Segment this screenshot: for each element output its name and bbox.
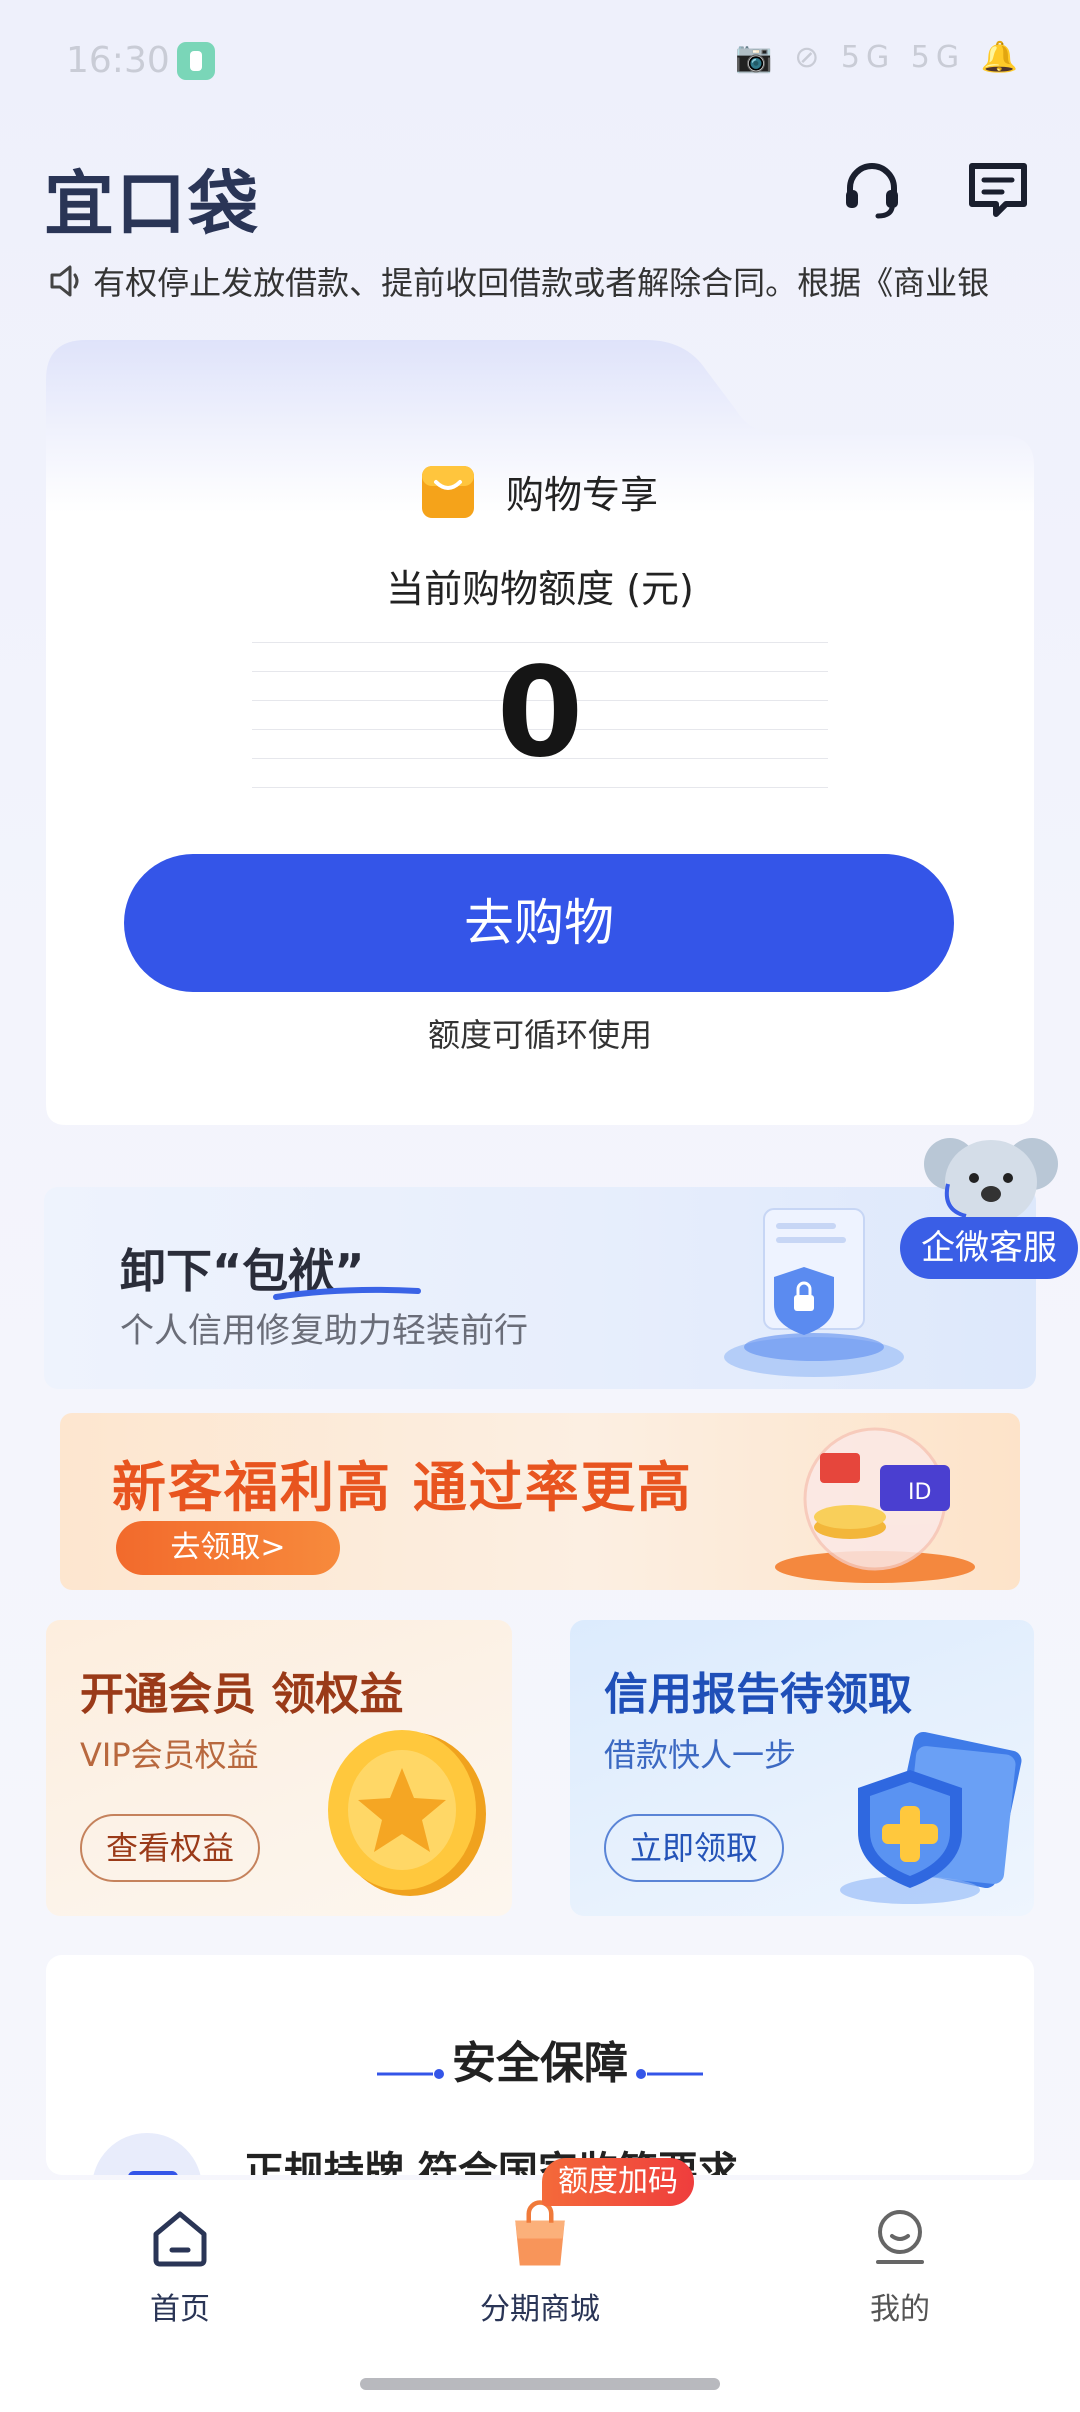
status-indicators: 📷 ⊘ 5G 5G 🔔 bbox=[735, 40, 1024, 75]
shopping-bag-icon bbox=[515, 2200, 565, 2266]
quota-value: 0 bbox=[496, 641, 584, 785]
claim-now-button[interactable]: 立即领取 bbox=[604, 1814, 784, 1882]
nav-mine-label: 我的 bbox=[870, 2292, 930, 2327]
star-coin-icon bbox=[328, 1730, 486, 1896]
notice-marquee[interactable]: 有权停止发放借款、提前收回借款或者解除合同。根据《商业银 bbox=[48, 258, 1033, 306]
speaker-icon bbox=[50, 265, 79, 297]
quota-boost-badge: 额度加码 bbox=[542, 2158, 694, 2206]
headset-icon[interactable] bbox=[840, 158, 904, 222]
nav-home-label: 首页 bbox=[150, 2292, 210, 2327]
status-bar: 16:30 📷 ⊘ 5G 5G 🔔 bbox=[0, 0, 1080, 120]
quota-label: 当前购物额度 (元) bbox=[386, 567, 694, 611]
status-time: 16:30 bbox=[66, 40, 170, 81]
credit-report-card[interactable]: 信用报告待领取 借款快人一步 立即领取 bbox=[570, 1620, 1034, 1916]
nav-mine[interactable]: 我的 bbox=[790, 2206, 1010, 2328]
security-card: 安全保障 正规持牌 符合国家监管要求 bbox=[46, 1955, 1034, 2175]
vip-card[interactable]: 开通会员 领权益 VIP会员权益 查看权益 bbox=[46, 1620, 512, 1916]
message-icon[interactable] bbox=[966, 158, 1030, 222]
nav-home[interactable]: 首页 bbox=[70, 2206, 290, 2328]
quota-note: 额度可循环使用 bbox=[427, 1016, 652, 1054]
card-tag: 购物专享 bbox=[506, 473, 659, 517]
shopping-bag-icon bbox=[422, 466, 474, 518]
left-decor bbox=[376, 2068, 444, 2079]
wecom-service-button[interactable]: 企微客服 bbox=[900, 1217, 1078, 1279]
claim-button[interactable]: 去领取> bbox=[116, 1521, 340, 1575]
quota-card: 购物专享 当前购物额度 (元) 0 去购物 额度可循环使用 bbox=[46, 340, 1034, 1125]
nav-mall-label: 分期商城 bbox=[480, 2292, 600, 2327]
go-shopping-button[interactable]: 去购物 bbox=[124, 854, 954, 992]
app-logo: 宜口袋 bbox=[44, 163, 260, 245]
document-shield-illustration bbox=[724, 1208, 904, 1377]
new-user-banner[interactable]: 新客福利高 通过率更高 去领取> ID bbox=[60, 1413, 1020, 1590]
underline-decor bbox=[273, 1286, 421, 1300]
credit-card-subtitle: 借款快人一步 bbox=[604, 1736, 797, 1774]
view-benefits-button[interactable]: 查看权益 bbox=[80, 1814, 260, 1882]
license-icon bbox=[92, 2133, 202, 2175]
gift-globe-illustration: ID bbox=[775, 1427, 975, 1583]
app-notification-icon bbox=[177, 42, 215, 80]
svg-text:ID: ID bbox=[908, 1480, 931, 1505]
home-indicator[interactable] bbox=[360, 2378, 720, 2390]
profile-icon bbox=[876, 2210, 924, 2264]
right-decor bbox=[636, 2068, 704, 2079]
banner-title: 新客福利高 通过率更高 bbox=[112, 1456, 693, 1519]
vip-card-subtitle: VIP会员权益 bbox=[80, 1736, 259, 1774]
banner-subtitle: 个人信用修复助力轻装前行 bbox=[120, 1311, 528, 1351]
home-icon bbox=[153, 2211, 207, 2267]
notice-text: 有权停止发放借款、提前收回借款或者解除合同。根据《商业银 bbox=[93, 264, 990, 302]
nav-mall[interactable]: 分期商城 bbox=[430, 2200, 650, 2328]
shield-plus-icon bbox=[840, 1731, 1022, 1904]
security-title: 安全保障 bbox=[452, 2038, 628, 2089]
credit-repair-banner[interactable]: 卸下“包袱” 个人信用修复助力轻装前行 bbox=[44, 1187, 1036, 1389]
